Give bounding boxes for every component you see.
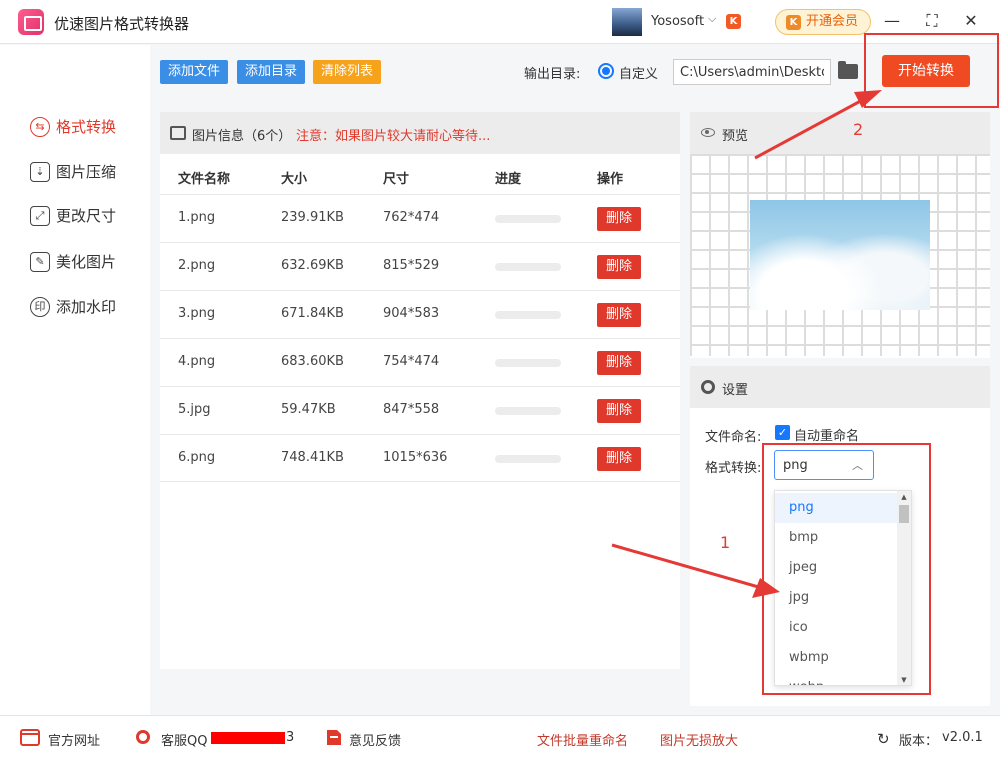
refresh-icon[interactable]: ↻ [877, 730, 890, 748]
annotation-step1: 1 [720, 533, 731, 552]
footer: 官方网址 客服QQ 3 意见反馈 文件批量重命名 图片无损放大 ↻ 版本： v2… [0, 715, 1000, 760]
arrow-head-step1 [752, 578, 780, 598]
version-value: v2.0.1 [942, 730, 983, 745]
support-qq-tail: 3 [286, 730, 295, 745]
redacted-qq-number [211, 732, 285, 744]
arrow-step1 [611, 543, 763, 590]
feedback-icon [327, 730, 341, 745]
arrow-step2 [754, 95, 869, 160]
lossless-enlarge-link[interactable]: 图片无损放大 [660, 730, 738, 749]
arrow-head-step2 [854, 90, 882, 108]
annotation-arrows [611, 90, 882, 598]
annotation-step2: 2 [853, 120, 864, 139]
support-qq-link[interactable]: 客服QQ [161, 730, 207, 749]
website-link[interactable]: 官方网址 [48, 730, 100, 749]
version-label: 版本： [899, 734, 939, 749]
batch-rename-link[interactable]: 文件批量重命名 [537, 730, 628, 749]
website-icon [20, 729, 40, 746]
support-qq-icon [136, 730, 150, 744]
feedback-link[interactable]: 意见反馈 [349, 730, 401, 749]
